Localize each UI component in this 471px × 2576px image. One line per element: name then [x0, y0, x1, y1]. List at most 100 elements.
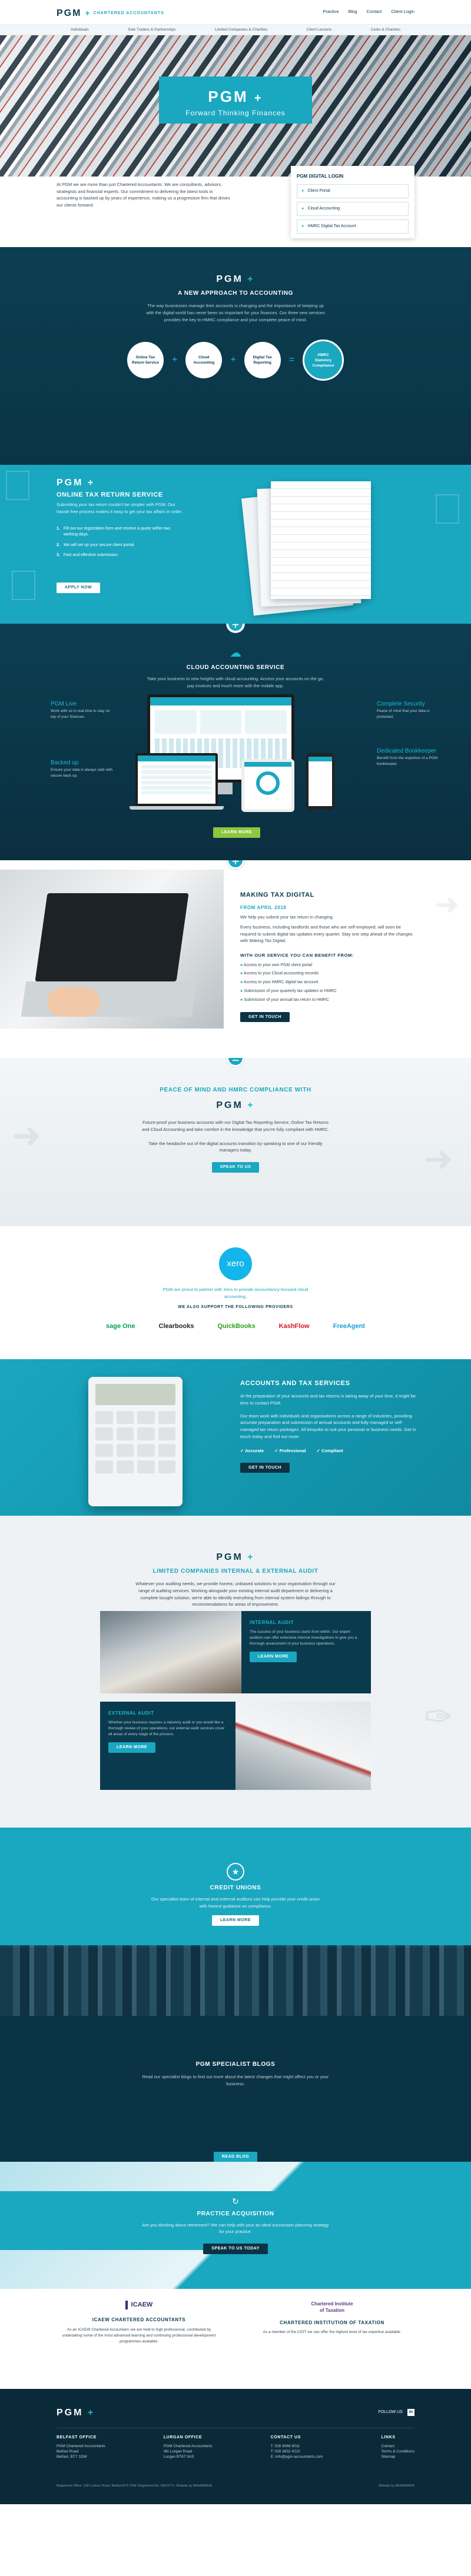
hero-tagline: Forward Thinking Finances — [185, 109, 286, 118]
footer-email-link[interactable]: E: info@pgm-accountants.com — [271, 2454, 323, 2459]
internal-audit-text: The success of your business starts from… — [250, 1630, 357, 1646]
hero-plus-icon: + — [254, 92, 263, 105]
circle-cloud[interactable]: Cloud Accounting — [185, 342, 223, 379]
mtd-get-in-touch-button[interactable]: GET IN TOUCH — [240, 1011, 290, 1023]
acquisition-text: Are you thinking about retirement? We ca… — [142, 2222, 329, 2235]
footer-phone-link[interactable]: T: 028 3832 4222 — [271, 2449, 323, 2454]
cloud-learn-more-button[interactable]: LEARN MORE — [213, 827, 261, 838]
devices-illustration — [130, 694, 347, 818]
footer-credit[interactable]: Website by BRAINWAVE — [379, 2484, 414, 2489]
bookmark-icon — [6, 471, 29, 500]
hero-section: PGM + Forward Thinking Finances At PGM w… — [0, 35, 471, 247]
footer-line: 4th Lurgan Road — [163, 2449, 193, 2454]
circle-hmrc[interactable]: HMRC Statutory Compliance — [303, 340, 344, 381]
section-connector-plus: + — [227, 860, 244, 869]
nav-practice[interactable]: Practice — [323, 9, 339, 15]
benefit-text: Access to your Cloud accounting records — [243, 971, 319, 976]
feature-text: Peace of mind that your data is protecte… — [377, 709, 430, 720]
peace-section: = ➜ ➜ PEACE OF MIND AND HMRC COMPLIANCE … — [0, 1058, 471, 1226]
external-audit-text: Whether your business requires a statuto… — [108, 1720, 225, 1737]
online-tax-section: PGM + ONLINE TAX RETURN SERVICE Submitti… — [0, 465, 471, 624]
footer-line: PGM Chartered Accountants — [163, 2444, 213, 2448]
online-tax-logo: PGM — [57, 478, 84, 488]
cloud-title: CLOUD ACCOUNTING SERVICE — [186, 664, 285, 671]
read-blog-button[interactable]: READ BLOG — [213, 2152, 258, 2162]
footer-col-links: LINKS Contact Terms & Conditions Sitemap — [382, 2435, 414, 2459]
team-photo — [0, 1945, 471, 2016]
footer-col-title: LURGAN OFFICE — [163, 2435, 203, 2439]
accounts-tax-section: ACCOUNTS AND TAX SERVICES At the prepara… — [0, 1359, 471, 1516]
cloud-text: Take your business to new heights with c… — [147, 676, 324, 688]
credit-unions-learn-more-button[interactable]: LEARN MORE — [211, 1915, 260, 1926]
subnav-limited-companies[interactable]: Limited Companies & Charities — [215, 27, 267, 32]
step-number: 3. — [57, 553, 60, 558]
footer-link-contact[interactable]: Contact — [382, 2444, 414, 2449]
phone — [306, 753, 334, 810]
login-cloud-accounting[interactable]: ▸ Cloud Accounting — [297, 201, 409, 216]
provider-sage[interactable]: sage One — [106, 1322, 135, 1331]
nav-contact[interactable]: Contact — [367, 9, 382, 15]
circle-online-tax[interactable]: Online Tax Return Service — [127, 342, 164, 379]
provider-kashflow[interactable]: KashFlow — [279, 1322, 310, 1331]
blogs-title: PGM SPECIALIST BLOGS — [195, 2061, 276, 2068]
feature-title: PGM Live — [51, 701, 77, 707]
accreditation-icaew: ICAEW ICAEW CHARTERED ACCOUNTANTS As an … — [57, 2301, 221, 2345]
approach-plus-icon: + — [247, 274, 255, 284]
sub-nav: Individuals Sole Traders & Partnerships … — [0, 25, 471, 35]
peace-text2: Take the headache out of the digital acc… — [148, 1140, 323, 1153]
credit-unions-title: CREDIT UNIONS — [210, 1885, 261, 1891]
apply-now-button[interactable]: APPLY NOW — [57, 583, 101, 593]
ciot-title: CHARTERED INSTITUTION OF TAXATION — [280, 2320, 384, 2326]
icaew-text: As an ICAEW Chartered Accountant, we are… — [62, 2327, 216, 2344]
peace-speak-button[interactable]: SPEAK TO US — [211, 1161, 260, 1173]
step-item: 1. Fill out our registration form and rec… — [57, 526, 180, 538]
circle-digital-tax[interactable]: Digital Tax Reporting — [244, 342, 281, 379]
site-logo[interactable]: PGM + CHARTERED ACCOUNTANTS — [57, 7, 164, 20]
step-number: 2. — [57, 543, 60, 547]
benefit-item: ● Access to your own PGM client portal — [240, 963, 417, 969]
login-hmrc-account[interactable]: ▸ HMRC Digital Tax Account — [297, 219, 409, 234]
subnav-individuals[interactable]: Individuals — [71, 27, 89, 32]
login-client-portal[interactable]: ▸ Client Portal — [297, 184, 409, 198]
subnav-sole-traders[interactable]: Sole Traders & Partnerships — [128, 27, 175, 32]
accreditation-ciot: Chartered Institute of Taxation CHARTERE… — [250, 2301, 414, 2335]
nav-client-login[interactable]: Client Login — [391, 9, 414, 15]
icaew-logo: ICAEW — [125, 2301, 152, 2310]
login-item-label: Client Portal — [307, 189, 330, 194]
footer-link-sitemap[interactable]: Sitemap — [382, 2454, 414, 2459]
mtd-text2: Every business, including landlords and … — [240, 924, 413, 944]
check-item: ✓ Compliant — [317, 1448, 343, 1455]
provider-quickbooks[interactable]: QuickBooks — [217, 1322, 255, 1331]
footer-legal-bar: Registered Office: 12th Lisburn Road, Be… — [57, 2484, 414, 2489]
plus-icon: + — [230, 355, 236, 365]
benefit-item: ● Access to your Cloud accounting record… — [240, 971, 417, 977]
subnav-clubs-charities[interactable]: Clubs & Charities — [371, 27, 400, 32]
internal-audit-learn-more-button[interactable]: LEARN MORE — [250, 1652, 297, 1663]
accounts-get-in-touch-button[interactable]: GET IN TOUCH — [240, 1462, 290, 1473]
check-item: ✓ Professional — [274, 1448, 306, 1455]
section-connector-plus: + — [227, 624, 244, 633]
xero-logo-text: xero — [227, 1259, 244, 1269]
site-header: PGM + CHARTERED ACCOUNTANTS Practice Blo… — [0, 0, 471, 25]
footer-col-title: BELFAST OFFICE — [57, 2435, 97, 2439]
cloud-icon: ☁ — [230, 647, 241, 660]
feature-pgm-live: PGM Live Work with us in real time to st… — [51, 700, 115, 720]
online-tax-steps: 1. Fill out our registration form and rec… — [57, 526, 180, 563]
acquisition-title: PRACTICE ACQUISITION — [197, 2210, 274, 2217]
circle-label: Cloud Accounting — [193, 355, 215, 365]
provider-clearbooks[interactable]: Clearbooks — [159, 1322, 194, 1331]
accreditations-section: ICAEW ICAEW CHARTERED ACCOUNTANTS As an … — [0, 2289, 471, 2389]
provider-logos: sage One Clearbooks QuickBooks KashFlow … — [0, 1322, 471, 1331]
footer-link-terms[interactable]: Terms & Conditions — [382, 2449, 414, 2454]
external-audit-learn-more-button[interactable]: LEARN MORE — [108, 1742, 156, 1753]
footer-phone-link[interactable]: T: 028 9066 8011 — [271, 2444, 323, 2449]
linkedin-icon[interactable]: in — [407, 2409, 414, 2416]
nav-blog[interactable]: Blog — [349, 9, 357, 15]
acquisition-speak-button[interactable]: SPEAK TO US TODAY — [203, 2243, 268, 2254]
benefit-item: ● Submission of your quarterly tax updat… — [240, 989, 417, 994]
peace-logo: PGM — [216, 1100, 243, 1110]
tablet — [241, 759, 294, 812]
subnav-client-lessons[interactable]: Client Lessons — [307, 27, 332, 32]
approach-circles: Online Tax Return Service + Cloud Accoun… — [0, 340, 471, 381]
provider-freeagent[interactable]: FreeAgent — [333, 1322, 365, 1331]
